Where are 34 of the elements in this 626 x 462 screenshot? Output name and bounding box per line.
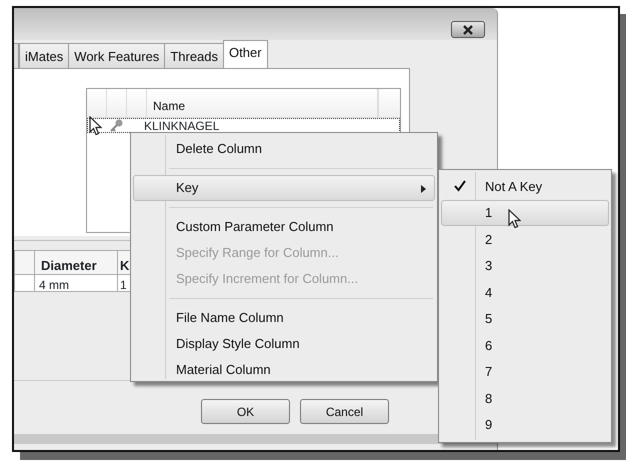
table-cell: 4 mm (34, 274, 118, 292)
menu-item[interactable]: Key (133, 175, 435, 201)
menu-item[interactable]: 2 (441, 226, 609, 252)
menu-item[interactable]: Display Style Column (133, 331, 435, 357)
column-header[interactable] (14, 250, 35, 275)
menu-item[interactable]: Material Column (133, 357, 435, 383)
tab[interactable] (14, 43, 19, 68)
table-cell: 1 (117, 274, 131, 292)
row-name: KLINKNAGEL (144, 120, 220, 132)
tab[interactable]: Work Features (68, 43, 166, 68)
menu-item[interactable]: File Name Column (133, 305, 435, 331)
grid-row[interactable]: KLINKNAGEL (87, 118, 400, 133)
menu-item[interactable]: 8 (441, 385, 609, 412)
tab[interactable]: Other (223, 40, 268, 68)
menu-item[interactable]: 6 (441, 332, 609, 358)
menu-item[interactable]: 1 (441, 200, 609, 226)
close-button[interactable] (451, 21, 485, 38)
tab[interactable]: iMates (19, 43, 70, 68)
dialog-button[interactable]: OK (201, 399, 290, 424)
menu-item[interactable]: Delete Column (133, 136, 435, 162)
menu-item[interactable]: Custom Parameter Column (133, 214, 435, 240)
menu-item[interactable]: 4 (441, 279, 609, 306)
dialog-button[interactable]: Cancel (300, 399, 389, 424)
mouse-pointer-icon (89, 116, 102, 136)
close-icon (461, 24, 475, 34)
menu-item[interactable]: 7 (441, 358, 609, 385)
tab[interactable]: Threads (164, 43, 224, 68)
key-icon (110, 119, 124, 132)
menu-item[interactable]: 3 (441, 252, 609, 279)
mouse-pointer-icon (508, 209, 521, 229)
column-header[interactable]: Diameter (34, 250, 118, 275)
menu-item[interactable]: 5 (441, 306, 609, 332)
menu-item[interactable]: Not A Key (441, 173, 609, 200)
menu-item[interactable]: 9 (441, 412, 609, 438)
